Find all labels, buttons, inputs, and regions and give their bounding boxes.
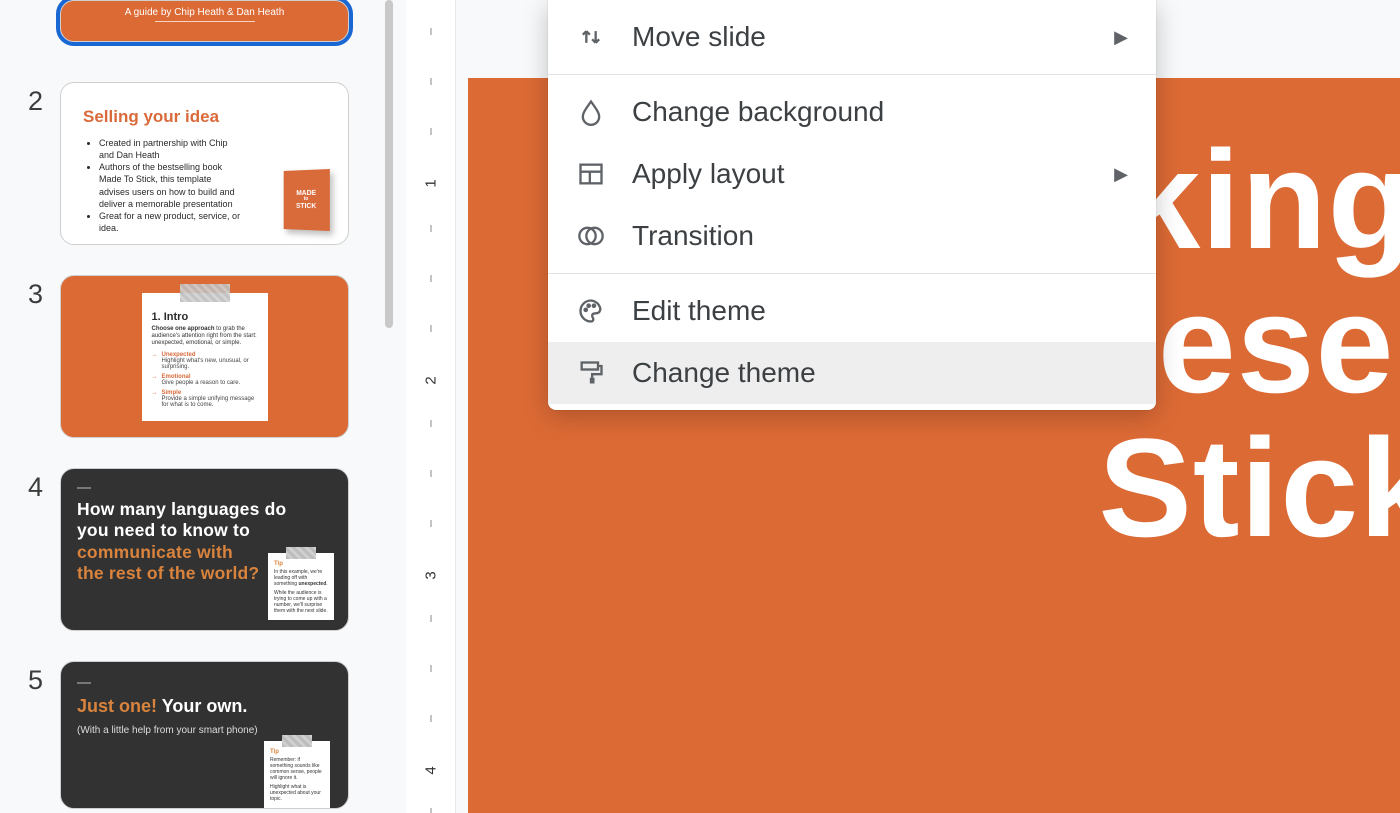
bullet: Authors of the bestselling book Made To …: [99, 161, 243, 210]
slide1-subtitle: A guide by Chip Heath & Dan Heath: [125, 7, 285, 18]
context-menu: Move slide ▶ Change background Apply lay…: [548, 0, 1156, 410]
move-slide-icon: [576, 22, 606, 52]
ruler-label: 1: [422, 179, 439, 187]
menu-separator: [548, 74, 1156, 75]
menu-label: Change background: [632, 96, 884, 128]
tip-card: Tip Remember: if something sounds like c…: [264, 741, 330, 808]
menu-edit-theme[interactable]: Edit theme: [548, 280, 1156, 342]
slide-thumbnail-1[interactable]: A guide by Chip Heath & Dan Heath: [60, 0, 349, 42]
thumbnail-row-4: 4 How many languages do you need to know…: [0, 468, 380, 661]
slide2-title: Selling your idea: [83, 107, 330, 127]
menu-change-theme[interactable]: Change theme: [548, 342, 1156, 404]
menu-label: Apply layout: [632, 158, 785, 190]
submenu-arrow-icon: ▶: [1114, 27, 1128, 48]
menu-label: Move slide: [632, 21, 766, 53]
book-graphic: MADE to STICK: [284, 169, 330, 231]
vertical-ruler: 1 2 3 4: [406, 0, 456, 813]
ruler-label: 4: [422, 766, 439, 774]
slide5-headline: Just one! Your own.: [77, 696, 332, 717]
thumbnail-row-2: 2 Selling your idea Created in partnersh…: [0, 82, 380, 275]
arrow-icon: →: [152, 374, 158, 386]
slide-number: 2: [0, 82, 60, 117]
paint-roller-icon: [576, 358, 606, 388]
scrollbar-thumb[interactable]: [385, 0, 393, 328]
palette-icon: [576, 296, 606, 326]
menu-apply-layout[interactable]: Apply layout ▶: [548, 143, 1156, 205]
dash-graphic: [77, 682, 91, 684]
thumbnail-row-1: A guide by Chip Heath & Dan Heath: [0, 0, 380, 82]
slide-number: [0, 0, 60, 4]
menu-label: Transition: [632, 220, 754, 252]
ruler-label: 2: [422, 376, 439, 384]
filmstrip-scrollbar[interactable]: [382, 0, 396, 813]
menu-label: Change theme: [632, 357, 816, 389]
tape-graphic: [286, 547, 316, 559]
menu-transition[interactable]: Transition: [548, 205, 1156, 267]
menu-label: Edit theme: [632, 295, 766, 327]
tape-graphic: [180, 284, 230, 302]
note-card: 1. Intro Choose one approach to grab the…: [142, 293, 268, 421]
note-title: 1. Intro: [152, 311, 258, 323]
dash-graphic: [77, 487, 91, 489]
slide2-bullets: Created in partnership with Chip and Dan…: [83, 137, 243, 234]
arrow-icon: →: [152, 352, 158, 370]
tip-card: Tip In this example, we're leading off w…: [268, 553, 334, 620]
slide-thumbnail-5[interactable]: Just one! Your own. (With a little help …: [60, 661, 349, 809]
divider: [155, 21, 255, 22]
thumbnail-row-3: 3 1. Intro Choose one approach to grab t…: [0, 275, 380, 468]
transition-icon: [576, 221, 606, 251]
menu-separator: [548, 273, 1156, 274]
bullet: Created in partnership with Chip and Dan…: [99, 137, 243, 161]
slide-number: 4: [0, 468, 60, 503]
slide-thumbnail-4[interactable]: How many languages do you need to know t…: [60, 468, 349, 631]
slide-number: 5: [0, 661, 60, 696]
layout-icon: [576, 159, 606, 189]
slide-thumbnail-2[interactable]: Selling your idea Created in partnership…: [60, 82, 349, 245]
slide-number: 3: [0, 275, 60, 310]
menu-change-background[interactable]: Change background: [548, 81, 1156, 143]
bullet: Great for a new product, service, or ide…: [99, 210, 243, 234]
note-lead: Choose one approach to grab the audience…: [152, 326, 258, 348]
thumbnail-row-5: 5 Just one! Your own. (With a little hel…: [0, 661, 380, 809]
arrow-icon: →: [152, 390, 158, 408]
tape-graphic: [282, 735, 312, 747]
slide-thumbnail-3[interactable]: 1. Intro Choose one approach to grab the…: [60, 275, 349, 438]
slide-filmstrip: A guide by Chip Heath & Dan Heath 2 Sell…: [0, 0, 380, 813]
water-drop-icon: [576, 97, 606, 127]
submenu-arrow-icon: ▶: [1114, 164, 1128, 185]
menu-move-slide[interactable]: Move slide ▶: [548, 6, 1156, 68]
ruler-label: 3: [422, 571, 439, 579]
